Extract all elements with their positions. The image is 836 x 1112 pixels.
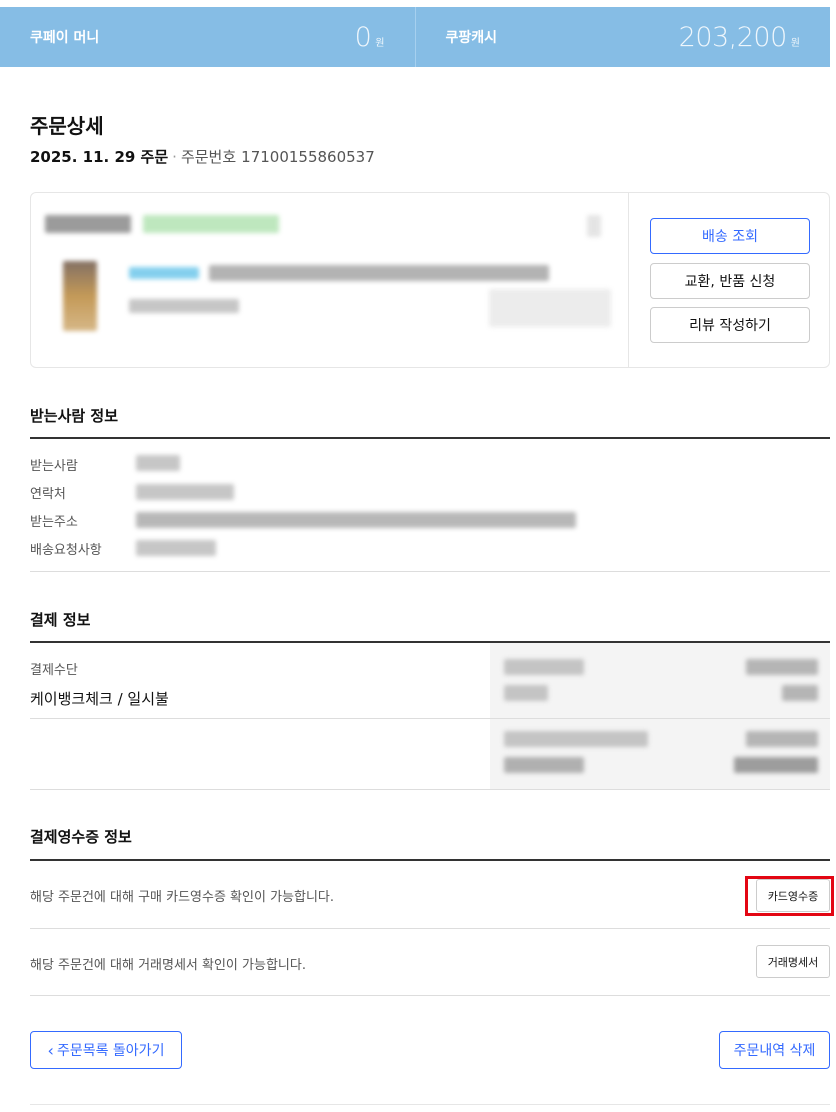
balance-bar: 쿠페이 머니 0 원 쿠팡캐시 203,200 원 bbox=[0, 7, 830, 67]
blurred-recipient-address bbox=[136, 512, 576, 528]
blurred-cart-button[interactable] bbox=[489, 289, 611, 327]
blurred-discount-amount bbox=[746, 731, 818, 747]
recipient-name-label: 받는사람 bbox=[30, 459, 78, 474]
order-separator: · bbox=[172, 147, 177, 166]
coupay-money-value: 0 bbox=[354, 21, 372, 53]
blurred-shipping-label bbox=[504, 685, 548, 701]
receipt-section-title: 결제영수증 정보 bbox=[30, 828, 132, 846]
coupang-cash-value: 203,200 bbox=[678, 21, 788, 53]
order-number: 17100155860537 bbox=[241, 147, 375, 166]
recipient-section-title: 받는사람 정보 bbox=[30, 407, 119, 425]
coupang-cash-cell[interactable]: 쿠팡캐시 203,200 원 bbox=[414, 7, 831, 67]
receipt-mid-rule bbox=[30, 928, 830, 929]
blurred-delivery-status bbox=[143, 215, 279, 233]
blurred-product-amount bbox=[746, 659, 818, 675]
order-meta: 2025. 11. 29 주문 · 주문번호 17100155860537 bbox=[30, 146, 375, 167]
return-exchange-button[interactable]: 교환, 반품 신청 bbox=[650, 263, 810, 299]
blurred-menu-icon[interactable] bbox=[587, 215, 601, 237]
page-title: 주문상세 bbox=[30, 114, 104, 138]
payment-method-value: 케이뱅크체크 / 일시불 bbox=[30, 690, 169, 708]
chevron-left-icon: ‹ bbox=[47, 1040, 54, 1060]
recipient-rule bbox=[30, 437, 830, 439]
blurred-delivery-request bbox=[136, 540, 216, 556]
receipt-bottom-rule bbox=[30, 995, 830, 996]
order-date: 2025. 11. 29 주문 bbox=[30, 148, 169, 166]
payment-summary-box bbox=[490, 643, 830, 789]
blurred-product-amount-label bbox=[504, 659, 584, 675]
coupang-cash-amount: 203,200 원 bbox=[679, 22, 800, 53]
coupang-cash-label: 쿠팡캐시 bbox=[445, 30, 498, 46]
blurred-product-name[interactable] bbox=[129, 267, 199, 279]
card-receipt-text: 해당 주문건에 대해 구매 카드영수증 확인이 가능합니다. bbox=[30, 890, 335, 905]
blurred-recipient-phone bbox=[136, 484, 234, 500]
recipient-bottom-rule bbox=[30, 571, 830, 572]
blurred-product-image[interactable] bbox=[63, 261, 97, 331]
product-card: 배송 조회 교환, 반품 신청 리뷰 작성하기 bbox=[30, 192, 830, 368]
coupay-money-amount: 0 원 bbox=[355, 22, 385, 53]
payment-section-title: 결제 정보 bbox=[30, 611, 91, 629]
coupang-cash-unit: 원 bbox=[790, 37, 800, 49]
blurred-discount-label bbox=[504, 731, 648, 747]
delete-order-button[interactable]: 주문내역 삭제 bbox=[719, 1031, 830, 1069]
receipt-rule bbox=[30, 859, 830, 861]
recipient-address-label: 받는주소 bbox=[30, 515, 78, 530]
blurred-total-label bbox=[504, 757, 584, 773]
track-delivery-button[interactable]: 배송 조회 bbox=[650, 218, 810, 254]
card-divider bbox=[628, 193, 629, 367]
write-review-button[interactable]: 리뷰 작성하기 bbox=[650, 307, 810, 343]
back-to-orders-label: 주문목록 돌아가기 bbox=[56, 1043, 165, 1059]
coupay-money-label: 쿠페이 머니 bbox=[30, 30, 100, 46]
statement-button[interactable]: 거래명세서 bbox=[756, 945, 830, 978]
delivery-request-label: 배송요청사항 bbox=[30, 543, 102, 558]
blurred-seller-name bbox=[45, 215, 131, 233]
blurred-product-name-2[interactable] bbox=[209, 265, 549, 281]
payment-method-label: 결제수단 bbox=[30, 663, 78, 678]
coupay-money-unit: 원 bbox=[375, 37, 385, 49]
blurred-recipient-name bbox=[136, 455, 180, 471]
back-to-orders-button[interactable]: ‹ 주문목록 돌아가기 bbox=[30, 1031, 182, 1069]
statement-text: 해당 주문건에 대해 거래명세서 확인이 가능합니다. bbox=[30, 958, 306, 973]
blurred-total-amount bbox=[734, 757, 818, 773]
blurred-product-price bbox=[129, 299, 239, 313]
recipient-phone-label: 연락처 bbox=[30, 487, 66, 502]
payment-bottom-rule bbox=[30, 789, 830, 790]
payment-mid-rule bbox=[30, 718, 830, 719]
footer-rule bbox=[30, 1104, 830, 1105]
highlight-box bbox=[745, 876, 834, 916]
order-number-label: 주문번호 bbox=[180, 148, 237, 166]
blurred-shipping-amount bbox=[782, 685, 818, 701]
coupay-money-cell[interactable]: 쿠페이 머니 0 원 bbox=[0, 7, 415, 67]
